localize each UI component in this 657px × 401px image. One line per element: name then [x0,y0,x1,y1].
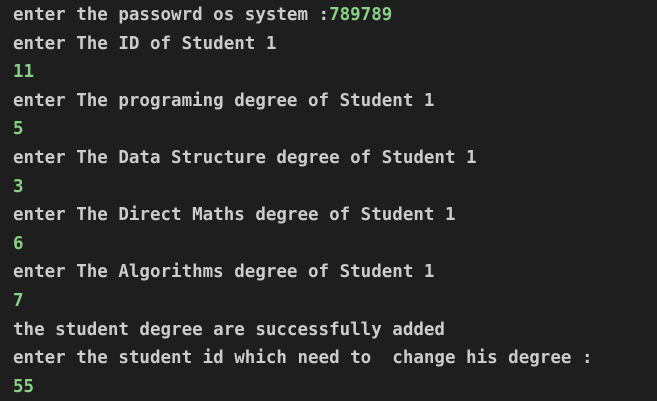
user-input-text: 11 [13,62,35,83]
terminal-line: enter The ID of Student 1 [13,30,657,59]
user-input-text: 789789 [329,5,393,25]
output-text: enter The Algorithms degree of Student 1 [13,262,435,283]
terminal-line: 3 [13,173,657,202]
user-input-text: 5 [13,119,24,140]
terminal-line: 7 [13,287,657,316]
output-text: enter The programing degree of Student 1 [13,90,435,111]
user-input-text: 3 [13,176,24,197]
terminal-line: enter the student id which need to chang… [13,344,657,373]
user-input-text: 55 [13,376,35,397]
terminal-line: 6 [13,230,657,259]
output-text: enter The Direct Maths degree of Student… [13,205,456,226]
terminal-line: enter the passowrd os system :789789 [13,1,657,30]
output-text: enter the student id which need to chang… [13,348,593,369]
output-text: the student degree are successfully adde… [13,319,445,340]
terminal-line: 5 [13,115,657,144]
terminal-line: enter The Data Structure degree of Stude… [13,144,657,173]
user-input-text: 6 [13,233,24,254]
user-input-text: 7 [13,290,24,311]
terminal-output[interactable]: enter the passowrd os system :789789 ent… [0,0,657,400]
terminal-line: enter The Direct Maths degree of Student… [13,201,657,230]
terminal-line: enter The Algorithms degree of Student 1 [13,258,657,287]
terminal-line: 55 [13,373,657,401]
terminal-line: the student degree are successfully adde… [13,316,657,345]
output-text: enter The ID of Student 1 [13,33,277,54]
terminal-line: 11 [13,58,657,87]
output-text: enter The Data Structure degree of Stude… [13,147,477,168]
terminal-line: enter The programing degree of Student 1 [13,87,657,116]
output-text: enter the passowrd os system : [13,5,330,25]
